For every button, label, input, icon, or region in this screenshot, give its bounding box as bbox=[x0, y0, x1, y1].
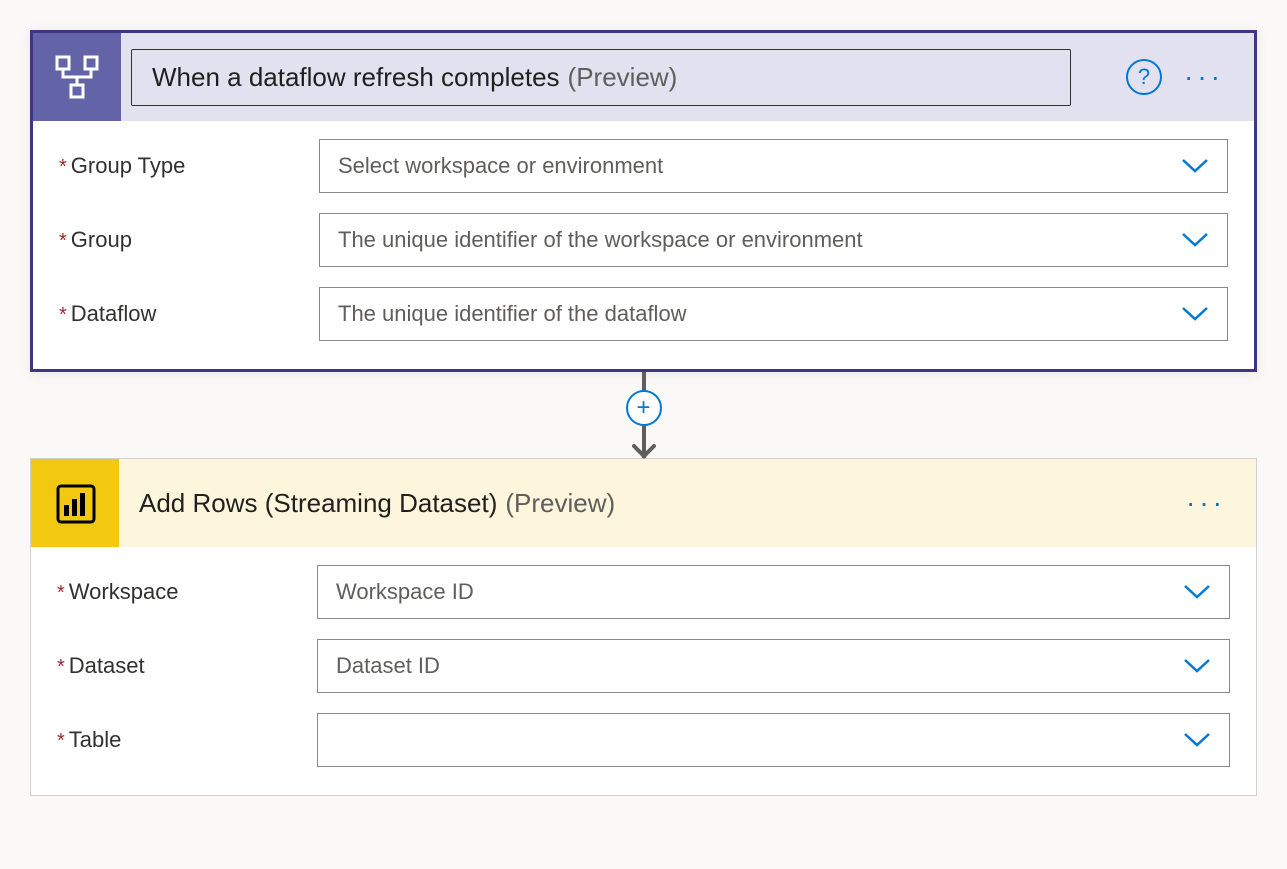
required-star: * bbox=[59, 304, 67, 327]
trigger-card-body: * Group Type Select workspace or environ… bbox=[33, 121, 1254, 369]
field-label: * Group Type bbox=[59, 153, 319, 179]
placeholder-text: The unique identifier of the workspace o… bbox=[338, 227, 863, 253]
chevron-down-icon bbox=[1181, 232, 1209, 248]
label-text: Workspace bbox=[69, 579, 179, 605]
required-star: * bbox=[59, 230, 67, 253]
field-row-workspace: * Workspace Workspace ID bbox=[57, 565, 1230, 619]
placeholder-text: Workspace ID bbox=[336, 579, 474, 605]
trigger-header-actions: ? ··· bbox=[1126, 59, 1254, 95]
arrow-down-icon bbox=[630, 442, 658, 460]
chevron-down-icon bbox=[1183, 658, 1211, 674]
add-step-button[interactable]: + bbox=[626, 390, 662, 426]
field-label: * Group bbox=[59, 227, 319, 253]
action-suffix: (Preview) bbox=[505, 488, 615, 519]
help-icon: ? bbox=[1138, 64, 1150, 90]
label-text: Table bbox=[69, 727, 122, 753]
connector: + bbox=[30, 372, 1257, 458]
action-card[interactable]: Add Rows (Streaming Dataset) (Preview) ·… bbox=[30, 458, 1257, 796]
required-star: * bbox=[59, 156, 67, 179]
field-row-table: * Table bbox=[57, 713, 1230, 767]
group-select[interactable]: The unique identifier of the workspace o… bbox=[319, 213, 1228, 267]
more-button[interactable]: ··· bbox=[1178, 59, 1230, 95]
chevron-down-icon bbox=[1181, 158, 1209, 174]
action-card-body: * Workspace Workspace ID * Dataset Datas… bbox=[31, 547, 1256, 795]
dataset-select[interactable]: Dataset ID bbox=[317, 639, 1230, 693]
placeholder-text: The unique identifier of the dataflow bbox=[338, 301, 687, 327]
more-icon: ··· bbox=[1184, 61, 1224, 92]
trigger-title-edit[interactable]: When a dataflow refresh completes (Previ… bbox=[131, 49, 1071, 106]
chevron-down-icon bbox=[1183, 584, 1211, 600]
placeholder-text: Select workspace or environment bbox=[338, 153, 663, 179]
field-label: * Table bbox=[57, 727, 317, 753]
label-text: Dataflow bbox=[71, 301, 157, 327]
plus-icon: + bbox=[636, 394, 650, 422]
field-row-dataflow: * Dataflow The unique identifier of the … bbox=[59, 287, 1228, 341]
dataflow-select[interactable]: The unique identifier of the dataflow bbox=[319, 287, 1228, 341]
field-label: * Dataset bbox=[57, 653, 317, 679]
more-icon: ··· bbox=[1186, 487, 1226, 518]
trigger-title-wrap: When a dataflow refresh completes (Previ… bbox=[121, 49, 1126, 106]
action-header-actions: ··· bbox=[1180, 485, 1256, 521]
trigger-suffix: (Preview) bbox=[568, 62, 678, 93]
help-button[interactable]: ? bbox=[1126, 59, 1162, 95]
trigger-card-header: When a dataflow refresh completes (Previ… bbox=[33, 33, 1254, 121]
field-row-group-type: * Group Type Select workspace or environ… bbox=[59, 139, 1228, 193]
field-row-dataset: * Dataset Dataset ID bbox=[57, 639, 1230, 693]
field-row-group: * Group The unique identifier of the wor… bbox=[59, 213, 1228, 267]
dataflow-icon bbox=[33, 33, 121, 121]
field-label: * Dataflow bbox=[59, 301, 319, 327]
chevron-down-icon bbox=[1181, 306, 1209, 322]
trigger-card[interactable]: When a dataflow refresh completes (Previ… bbox=[30, 30, 1257, 372]
required-star: * bbox=[57, 582, 65, 605]
field-label: * Workspace bbox=[57, 579, 317, 605]
more-button[interactable]: ··· bbox=[1180, 485, 1232, 521]
label-text: Dataset bbox=[69, 653, 145, 679]
trigger-title: When a dataflow refresh completes bbox=[152, 62, 560, 93]
chevron-down-icon bbox=[1183, 732, 1211, 748]
required-star: * bbox=[57, 730, 65, 753]
required-star: * bbox=[57, 656, 65, 679]
label-text: Group bbox=[71, 227, 132, 253]
label-text: Group Type bbox=[71, 153, 186, 179]
powerbi-icon bbox=[31, 459, 119, 547]
action-title: Add Rows (Streaming Dataset) bbox=[139, 488, 497, 519]
action-card-header: Add Rows (Streaming Dataset) (Preview) ·… bbox=[31, 459, 1256, 547]
action-title-wrap: Add Rows (Streaming Dataset) (Preview) bbox=[119, 488, 1180, 519]
flow-canvas: When a dataflow refresh completes (Previ… bbox=[30, 30, 1257, 796]
table-select[interactable] bbox=[317, 713, 1230, 767]
workspace-select[interactable]: Workspace ID bbox=[317, 565, 1230, 619]
group-type-select[interactable]: Select workspace or environment bbox=[319, 139, 1228, 193]
placeholder-text: Dataset ID bbox=[336, 653, 440, 679]
